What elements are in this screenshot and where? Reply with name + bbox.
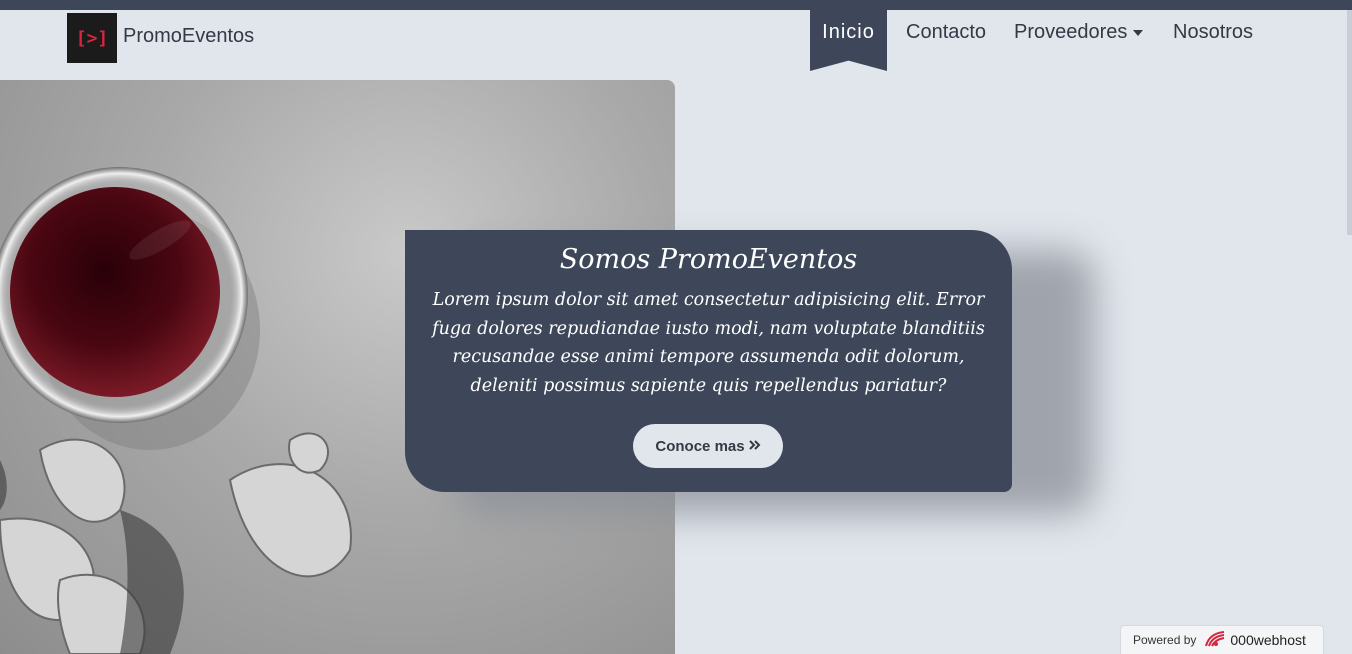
- hero-title: Somos PromoEventos: [559, 244, 858, 275]
- angle-double-right-icon: [748, 438, 761, 455]
- nav-item-contacto[interactable]: Contacto: [906, 21, 986, 44]
- webhost-logo-icon: [1204, 630, 1226, 651]
- brand-name[interactable]: PromoEventos: [123, 25, 254, 48]
- caret-down-icon: [1133, 29, 1144, 36]
- nav-item-nosotros[interactable]: Nosotros: [1173, 21, 1253, 44]
- navbar: [>] PromoEventos Inicio Contacto Proveed…: [0, 10, 1352, 80]
- webhost-brand: 000webhost: [1230, 632, 1306, 648]
- conoce-mas-button[interactable]: Conoce mas: [633, 424, 783, 468]
- nav-item-proveedores[interactable]: Proveedores: [1014, 21, 1144, 44]
- nav-item-proveedores-label: Proveedores: [1014, 21, 1128, 43]
- hero-text: Lorem ipsum dolor sit amet consectetur a…: [432, 290, 985, 396]
- conoce-mas-label: Conoce mas: [655, 437, 745, 455]
- top-strip: [0, 0, 1352, 10]
- logo-text: [>]: [75, 27, 109, 49]
- nav-item-inicio-label: Inicio: [822, 21, 875, 43]
- nav-item-inicio[interactable]: Inicio: [810, 10, 887, 71]
- powered-by-text: Powered by: [1133, 633, 1197, 647]
- hero-card: Somos PromoEventos Lorem ipsum dolor sit…: [405, 230, 1012, 492]
- powered-by-badge[interactable]: Powered by 000webhost: [1120, 625, 1324, 654]
- scrollbar[interactable]: [1347, 10, 1352, 235]
- logo[interactable]: [>]: [67, 13, 117, 63]
